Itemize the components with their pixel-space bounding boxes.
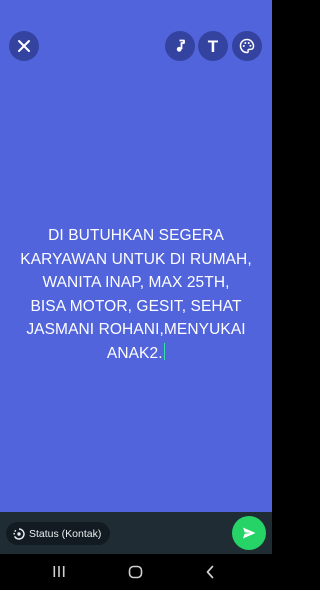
status-text-line: WANITA INAP, MAX 25TH, xyxy=(42,274,230,291)
music-button[interactable] xyxy=(165,31,195,61)
status-ring-icon xyxy=(13,527,25,540)
status-audience-label: Status (Kontak) xyxy=(29,527,102,540)
back-icon xyxy=(206,565,214,579)
back-button[interactable] xyxy=(205,565,215,579)
status-editor-screen: T DI BUTUHKAN SEGERA KARYAWAN UNTUK DI R… xyxy=(0,0,272,590)
text-cursor xyxy=(163,342,166,360)
send-button[interactable] xyxy=(232,516,266,550)
status-text-line-last: ANAK2. xyxy=(8,342,264,366)
status-text-line: KARYAWAN UNTUK DI RUMAH, xyxy=(20,250,252,268)
send-icon xyxy=(243,527,256,539)
recents-button[interactable] xyxy=(52,565,66,578)
home-button[interactable] xyxy=(128,565,143,579)
status-text-body[interactable]: DI BUTUHKAN SEGERA KARYAWAN UNTUK DI RUM… xyxy=(8,224,264,365)
music-note-icon xyxy=(176,39,185,52)
home-icon xyxy=(128,565,143,579)
text-style-label: T xyxy=(207,36,219,56)
palette-icon xyxy=(239,38,255,54)
close-icon xyxy=(18,40,30,52)
close-button[interactable] xyxy=(9,31,39,61)
status-audience-button[interactable]: Status (Kontak) xyxy=(6,522,111,545)
status-text-line: ANAK2. xyxy=(106,344,163,362)
status-text-line: BISA MOTOR, GESIT, SEHAT xyxy=(30,297,242,315)
background-color-button[interactable] xyxy=(232,31,262,61)
recents-icon xyxy=(53,566,65,577)
status-text-line: JASMANI ROHANI,MENYUKAI xyxy=(26,321,246,338)
system-navigation-bar xyxy=(0,554,272,590)
status-text-line: DI BUTUHKAN SEGERA xyxy=(48,227,224,244)
text-style-button[interactable]: T xyxy=(198,31,228,61)
